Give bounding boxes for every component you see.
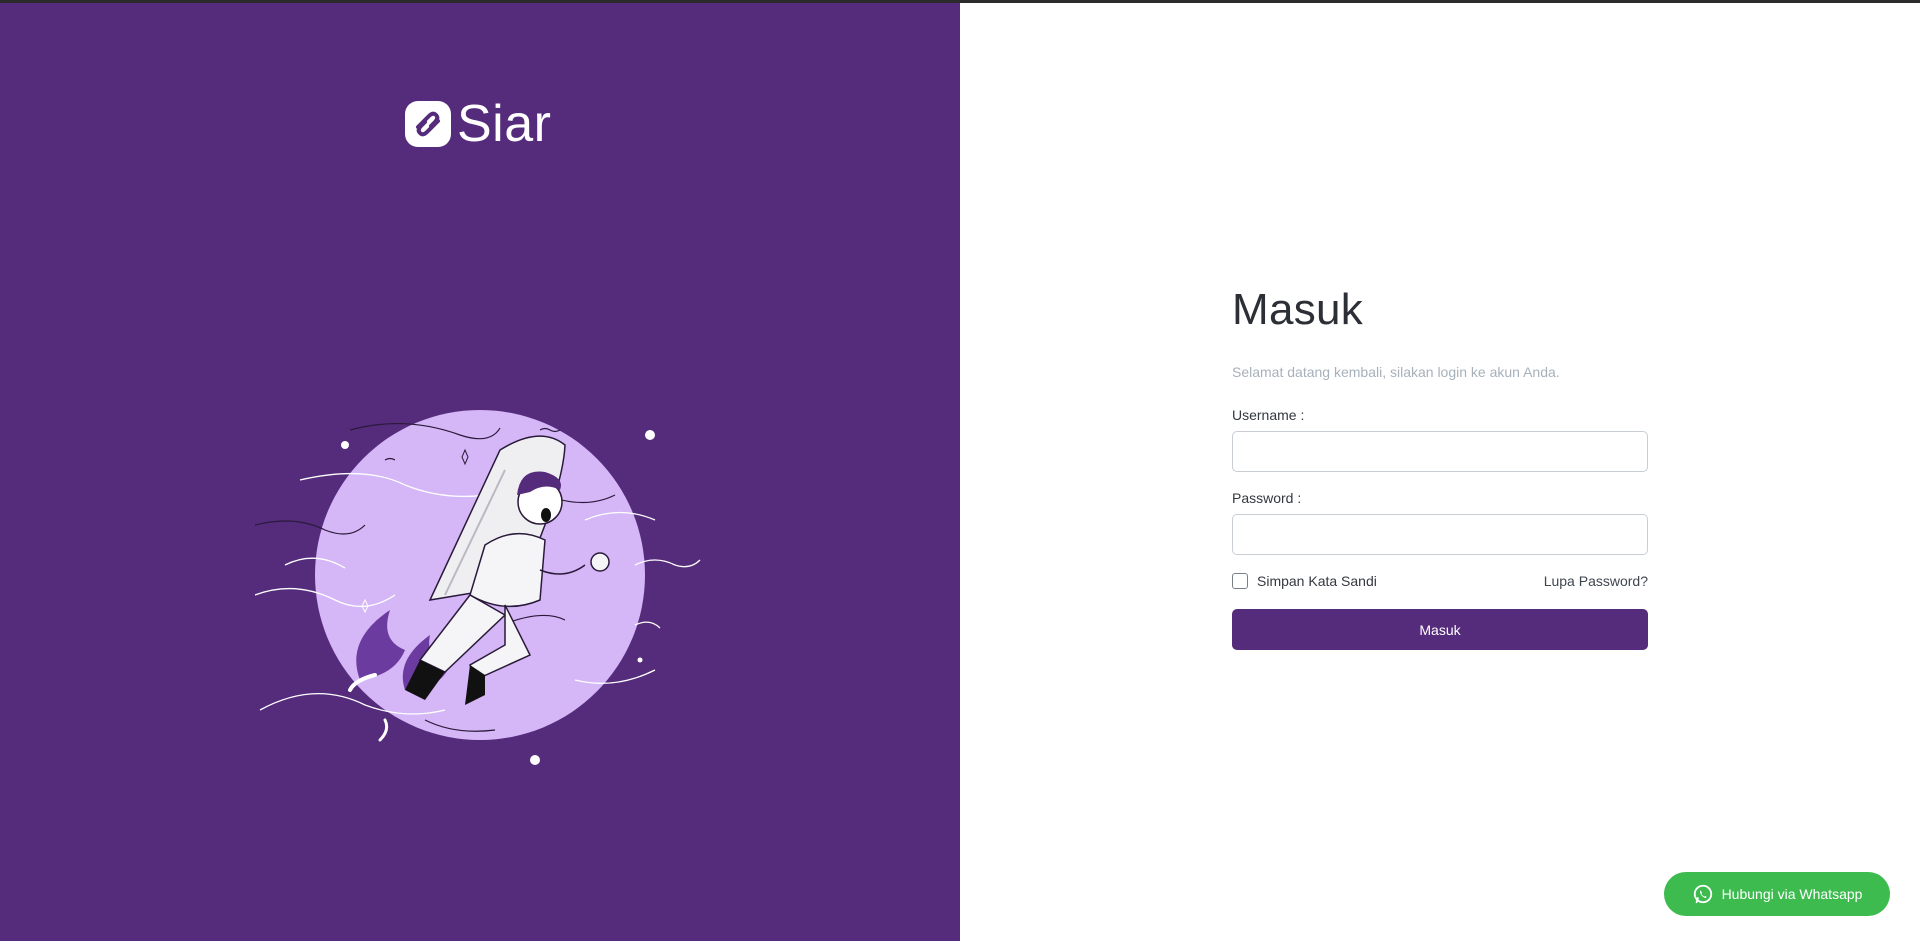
password-label-text: Password xyxy=(1232,490,1294,506)
top-border xyxy=(0,0,1920,3)
rocket-man-illustration xyxy=(255,410,701,765)
whatsapp-label: Hubungi via Whatsapp xyxy=(1721,886,1863,902)
form-options-row: Simpan Kata Sandi Lupa Password? xyxy=(1232,573,1648,589)
username-label-colon: : xyxy=(1300,407,1305,423)
page-subtitle: Selamat datang kembali, silakan login ke… xyxy=(1232,364,1560,380)
remember-label: Simpan Kata Sandi xyxy=(1257,573,1377,589)
whatsapp-icon xyxy=(1693,884,1712,904)
siar-logo: Siar xyxy=(405,98,551,150)
whatsapp-contact-button[interactable]: Hubungi via Whatsapp xyxy=(1664,872,1890,916)
password-label-colon: : xyxy=(1297,490,1302,506)
username-label-text: Username xyxy=(1232,407,1297,423)
username-input[interactable] xyxy=(1232,431,1648,472)
brand-name: Siar xyxy=(457,95,552,153)
remember-checkbox[interactable] xyxy=(1232,573,1248,589)
forgot-password-link[interactable]: Lupa Password? xyxy=(1544,573,1648,589)
login-form: Masuk Selamat datang kembali, silakan lo… xyxy=(1232,288,1648,650)
page-title: Masuk xyxy=(1232,285,1364,334)
siar-logo-icon xyxy=(405,101,451,147)
username-label: Username : xyxy=(1232,407,1648,423)
login-button[interactable]: Masuk xyxy=(1232,609,1648,650)
remember-password[interactable]: Simpan Kata Sandi xyxy=(1232,573,1377,589)
password-label: Password : xyxy=(1232,490,1648,506)
brand-panel: Siar xyxy=(0,0,960,941)
password-input[interactable] xyxy=(1232,514,1648,555)
